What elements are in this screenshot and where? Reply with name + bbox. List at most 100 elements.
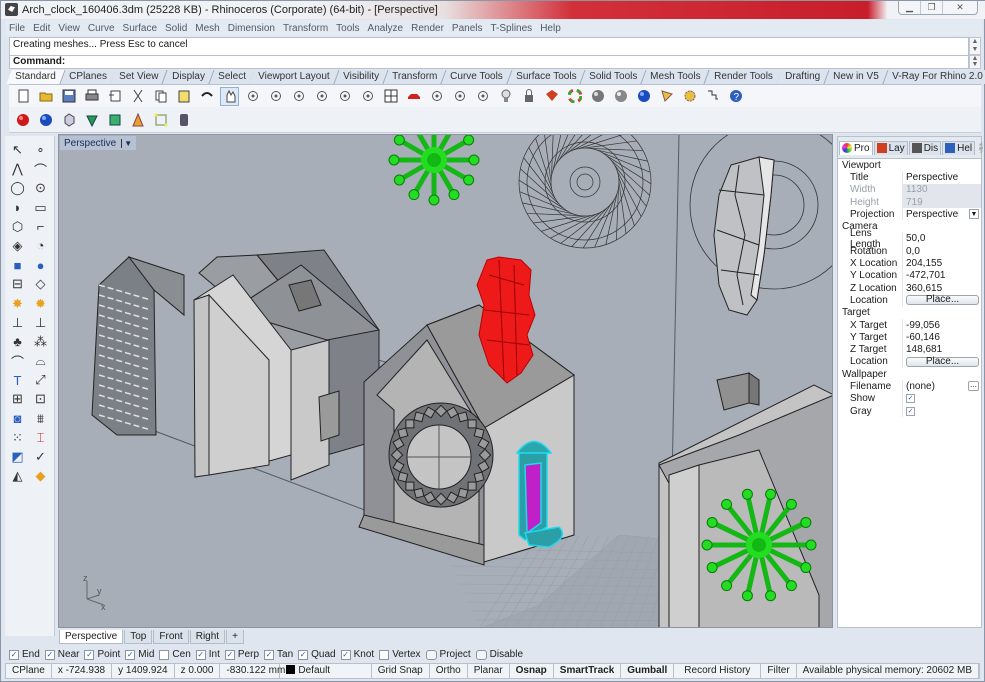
settings-gear-button[interactable] xyxy=(680,87,699,106)
toolbar-tab-solid-tools[interactable]: Solid Tools xyxy=(580,70,647,84)
projection-dropdown-icon[interactable]: ▼ xyxy=(969,209,979,220)
property-value[interactable]: Perspective xyxy=(906,209,958,220)
property-value[interactable]: Perspective xyxy=(906,172,958,183)
paste-button[interactable] xyxy=(174,87,193,106)
add-viewport-tab-button[interactable]: + xyxy=(226,629,244,644)
viewport-tab-front[interactable]: Front xyxy=(153,629,189,644)
menu-render[interactable]: Render xyxy=(407,23,448,34)
toolbar-tab-surface-tools[interactable]: Surface Tools xyxy=(507,70,586,84)
osnap-near[interactable]: ✓ Near xyxy=(44,649,79,660)
property-value[interactable]: 204,155 xyxy=(906,258,942,269)
cplane-button[interactable] xyxy=(427,87,446,106)
car-named-views-button[interactable] xyxy=(404,87,423,106)
toolbar-tab-display[interactable]: Display xyxy=(163,70,215,84)
offset-curve-tool[interactable]: ⌒ xyxy=(8,352,27,370)
osnap-int[interactable]: ✓ Int xyxy=(195,649,220,660)
box-solid-tool[interactable]: ■ xyxy=(8,256,27,274)
command-input[interactable]: Command: xyxy=(9,55,969,69)
property-value[interactable]: (none) xyxy=(906,381,935,392)
near-checkbox[interactable]: ✓ xyxy=(44,649,55,660)
open-file-button[interactable] xyxy=(36,87,55,106)
group-tool[interactable]: ⊞ xyxy=(8,390,27,408)
filter-toggle[interactable]: Filter xyxy=(761,663,797,679)
polygon-tool[interactable]: ⬡ xyxy=(8,218,27,236)
select-arrow-tool[interactable]: ↖ xyxy=(8,141,27,159)
blue-sphere-button[interactable] xyxy=(36,110,55,129)
property-value[interactable]: 148,681 xyxy=(906,344,942,355)
panel-tab-hel[interactable]: Hel xyxy=(942,140,976,155)
menu-analyze[interactable]: Analyze xyxy=(364,23,408,34)
array-tool-tool[interactable]: ⊡ xyxy=(31,390,50,408)
disable-checkbox[interactable] xyxy=(475,649,487,660)
smarttrack-toggle[interactable]: SmartTrack xyxy=(554,663,622,679)
undo-view-button[interactable] xyxy=(358,87,377,106)
viewport-tab-top[interactable]: Top xyxy=(124,629,153,644)
viewport-menu-icon[interactable]: ▼ xyxy=(121,138,132,148)
int-checkbox[interactable]: ✓ xyxy=(195,649,206,660)
quad-checkbox[interactable]: ✓ xyxy=(298,649,309,660)
menu-file[interactable]: File xyxy=(5,23,29,34)
boolean-union-tool[interactable]: ♣ xyxy=(8,333,27,351)
red-sphere-button[interactable] xyxy=(13,110,32,129)
rotate-view-button[interactable] xyxy=(243,87,262,106)
grid-snap-toggle[interactable]: Grid Snap xyxy=(372,663,430,679)
osnap-point[interactable]: ✓ Point xyxy=(84,649,120,660)
property-value[interactable]: -60,146 xyxy=(906,332,940,343)
toolbar-tab-standard[interactable]: Standard xyxy=(6,70,66,84)
surface-cv-tool[interactable]: ◈ xyxy=(8,237,27,255)
3d-scene[interactable]: z y x xyxy=(59,135,833,628)
tan-checkbox[interactable]: ✓ xyxy=(264,649,275,660)
text-tool[interactable]: T xyxy=(8,371,27,389)
light-button[interactable] xyxy=(496,87,515,106)
property-value[interactable]: -472,701 xyxy=(906,270,945,281)
menu-panels[interactable]: Panels xyxy=(448,23,487,34)
mesh-surface-tool[interactable]: ◇ xyxy=(31,275,50,293)
history-scrollbar[interactable]: ▲ ▼ xyxy=(969,37,981,55)
toolbar-tab-set-view[interactable]: Set View xyxy=(110,70,169,84)
cut-button[interactable] xyxy=(128,87,147,106)
scale-tool[interactable]: ⤢ xyxy=(31,371,50,389)
import-button[interactable] xyxy=(105,87,124,106)
check-tool[interactable]: ✓ xyxy=(31,448,50,466)
panel-options-gear-icon[interactable] xyxy=(979,142,984,153)
property-value[interactable]: 0,0 xyxy=(906,246,920,257)
property-value[interactable]: 50,0 xyxy=(906,233,925,244)
property-value[interactable]: -99,056 xyxy=(906,320,940,331)
menu-curve[interactable]: Curve xyxy=(84,23,119,34)
material-button[interactable] xyxy=(542,87,561,106)
panel-tab-lay[interactable]: Lay xyxy=(873,140,908,155)
osnap-toggle[interactable]: Osnap xyxy=(510,663,554,679)
project-checkbox[interactable] xyxy=(425,649,437,660)
menu-help[interactable]: Help xyxy=(536,23,565,34)
print-button[interactable] xyxy=(82,87,101,106)
command-scrollbar[interactable]: ▲ ▼ xyxy=(969,55,981,69)
explode-tool[interactable]: ✸ xyxy=(8,295,27,313)
copy-button[interactable] xyxy=(151,87,170,106)
menu-transform[interactable]: Transform xyxy=(279,23,332,34)
layer-indicator[interactable]: Default xyxy=(280,663,372,679)
green-box-button[interactable] xyxy=(105,110,124,129)
menu-edit[interactable]: Edit xyxy=(29,23,54,34)
polyline-tool[interactable]: ⋀ xyxy=(8,160,27,178)
undo-button[interactable] xyxy=(197,87,216,106)
rectangle-tool[interactable]: ▭ xyxy=(31,199,50,217)
menu-solid[interactable]: Solid xyxy=(161,23,191,34)
four-viewports-button[interactable] xyxy=(381,87,400,106)
blend-curve-tool[interactable]: ⌓ xyxy=(31,352,50,370)
toolbar-tab-visibility[interactable]: Visibility xyxy=(334,70,389,84)
osnap-perp[interactable]: ✓ Perp xyxy=(224,649,259,660)
sphere-union-tool[interactable]: ● xyxy=(31,256,50,274)
rendered-sphere-button[interactable] xyxy=(611,87,630,106)
osnap-disable[interactable]: Disable xyxy=(475,649,523,660)
mid-checkbox[interactable]: ✓ xyxy=(125,649,136,660)
surface-patch-tool[interactable]: ◔ xyxy=(31,237,50,255)
title-bar[interactable]: Arch_clock_160406.3dm (25228 KB) - Rhino… xyxy=(1,1,985,19)
green-shape-button[interactable] xyxy=(82,110,101,129)
menu-view[interactable]: View xyxy=(54,23,84,34)
curve-cv-tool[interactable]: ⌒ xyxy=(31,160,50,178)
toolbar-tab-select[interactable]: Select xyxy=(208,70,255,84)
osnap-project[interactable]: Project xyxy=(425,649,471,660)
color-wheel-button[interactable] xyxy=(565,87,584,106)
ortho-toggle[interactable]: Ortho xyxy=(430,663,468,679)
end-checkbox[interactable]: ✓ xyxy=(9,649,19,660)
